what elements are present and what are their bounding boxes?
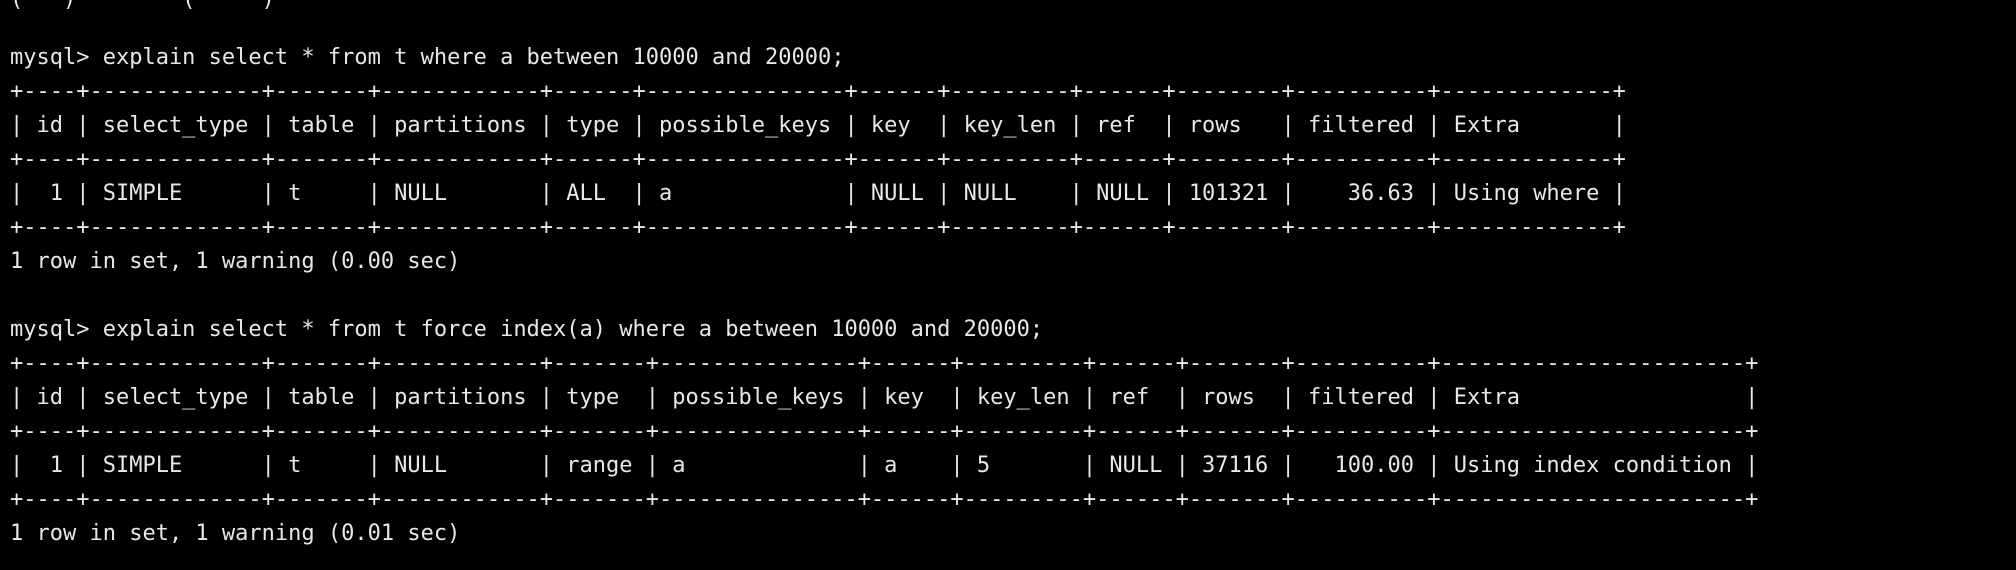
terminal-window[interactable]: ( ) ( ) mysql> explain select * from t w… [0, 0, 2016, 570]
command-line-explain-force-index: mysql> explain select * from t force ind… [10, 317, 1044, 342]
table-row: | 1 | SIMPLE | t | NULL | ALL | a | NULL… [10, 181, 1626, 206]
table-header-row: | id | select_type | table | partitions … [10, 385, 1759, 410]
table-border-middle: +----+-------------+-------+------------… [10, 419, 1759, 444]
table-border-middle: +----+-------------+-------+------------… [10, 147, 1626, 172]
table-border-bottom: +----+-------------+-------+------------… [10, 215, 1626, 240]
table-border-bottom: +----+-------------+-------+------------… [10, 487, 1759, 512]
table-row: | 1 | SIMPLE | t | NULL | range | a | a … [10, 453, 1759, 478]
table-border-top: +----+-------------+-------+------------… [10, 351, 1759, 376]
table-header-row: | id | select_type | table | partitions … [10, 113, 1626, 138]
command-line-explain: mysql> explain select * from t where a b… [10, 45, 845, 70]
result-summary: 1 row in set, 1 warning (0.00 sec) [10, 249, 461, 274]
table-border-top: +----+-------------+-------+------------… [10, 79, 1626, 104]
terminal-previous-output-line: ( ) ( ) [10, 0, 275, 17]
result-summary: 1 row in set, 1 warning (0.01 sec) [10, 521, 461, 546]
